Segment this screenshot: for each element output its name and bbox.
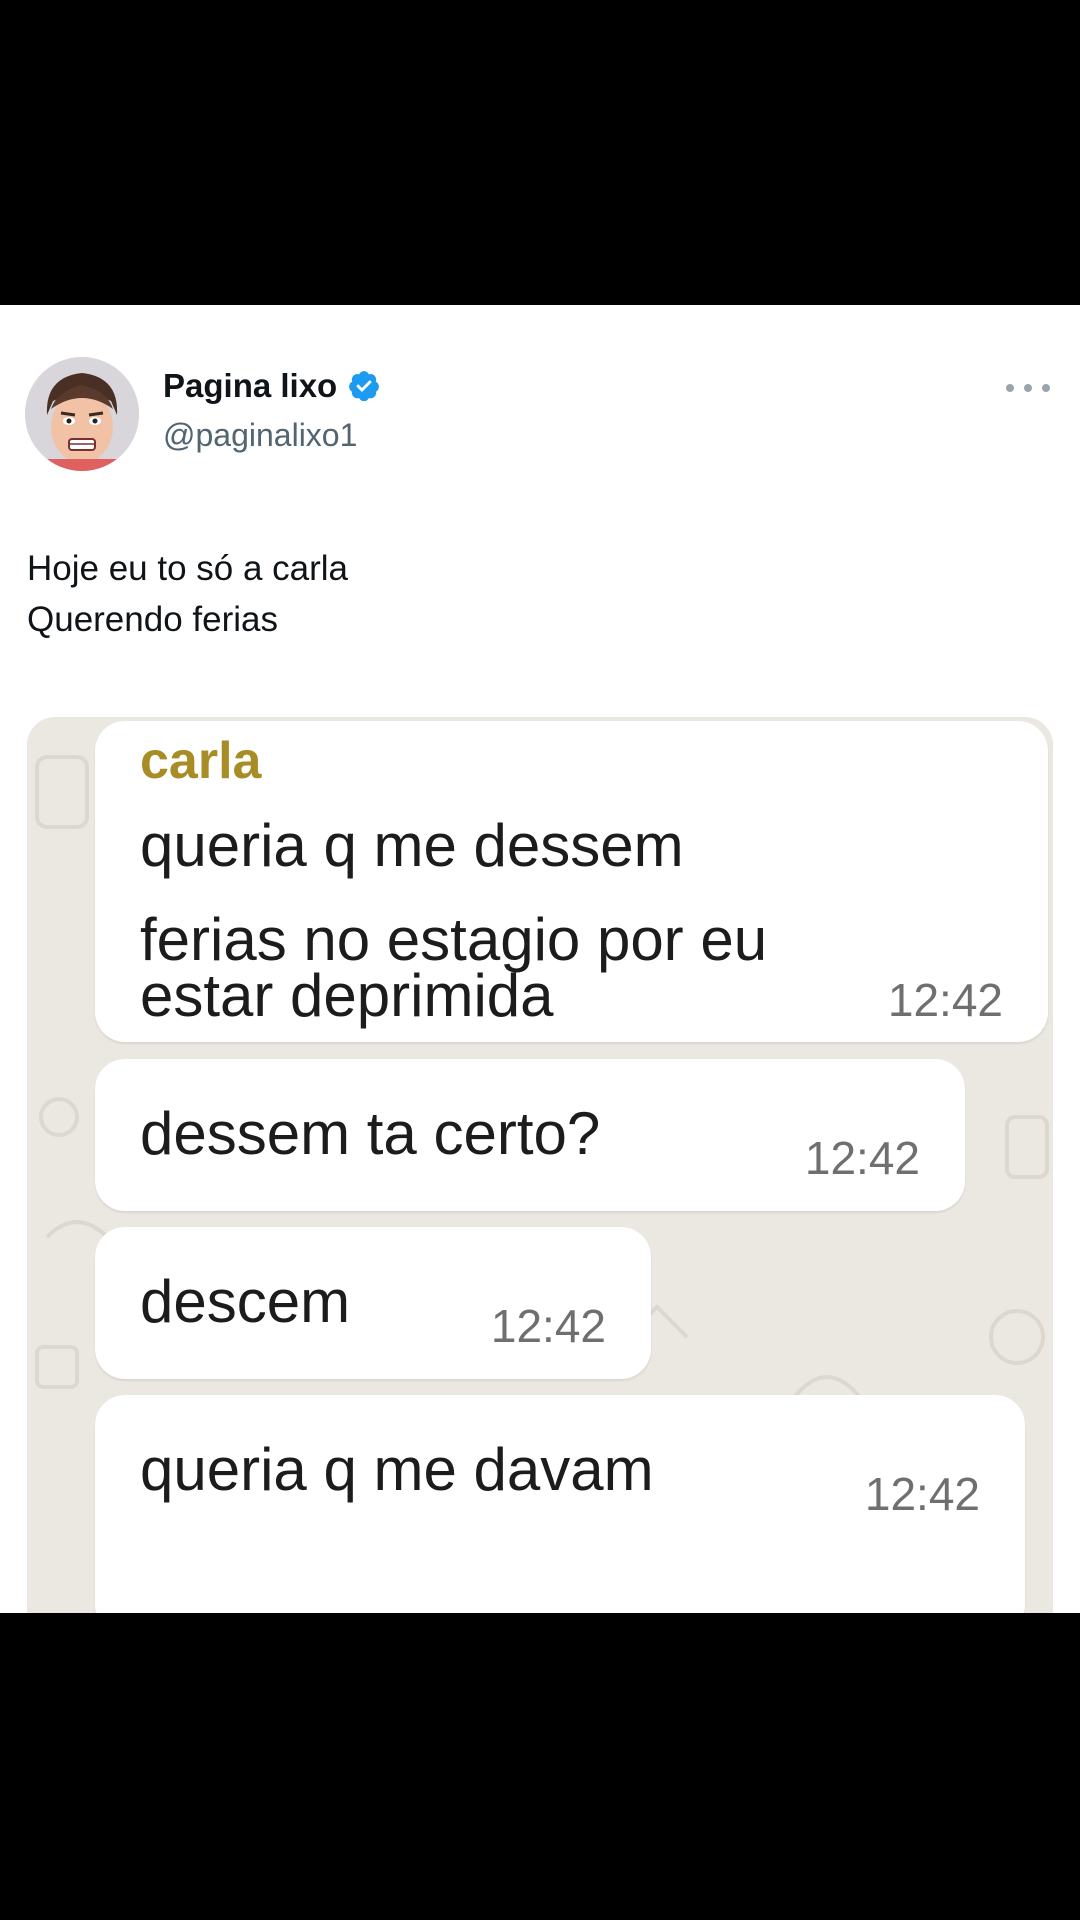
chat-message-bubble[interactable]: queria q me davam 12:42: [95, 1395, 1025, 1613]
message-timestamp: 12:42: [864, 1468, 980, 1520]
verified-badge-icon: [349, 371, 380, 402]
screen: Pagina lixo @paginalixo1 Hoje eu to só a…: [0, 0, 1080, 1920]
more-options-icon[interactable]: [1006, 381, 1050, 395]
message-timestamp: 12:42: [887, 974, 1003, 1026]
user-handle[interactable]: @paginalixo1: [163, 417, 357, 454]
display-name[interactable]: Pagina lixo: [163, 367, 381, 405]
chat-message-bubble[interactable]: descem 12:42: [95, 1227, 651, 1379]
dot: [1042, 384, 1050, 392]
chat-message-bubble[interactable]: carla queria q me dessem ferias no estag…: [95, 721, 1048, 1042]
tweet-text: Hoje eu to só a carla Querendo ferias: [27, 543, 348, 645]
dot: [1024, 384, 1032, 392]
avatar[interactable]: [25, 357, 139, 471]
message-sender-name: carla: [140, 732, 262, 790]
avatar-face-icon: [25, 357, 139, 471]
tweet-text-line: Hoje eu to só a carla: [27, 549, 349, 588]
tweet-card: Pagina lixo @paginalixo1 Hoje eu to só a…: [0, 305, 1080, 1613]
message-timestamp: 12:42: [490, 1300, 606, 1352]
tweet-text-line: Querendo ferias: [27, 600, 278, 639]
message-text-line: queria q me davam: [140, 1436, 654, 1503]
message-text-line: dessem ta certo?: [140, 1100, 601, 1167]
message-text-line: estar deprimida: [140, 962, 554, 1029]
dot: [1006, 384, 1014, 392]
display-name-text: Pagina lixo: [163, 367, 338, 404]
message-text-line: descem: [140, 1268, 351, 1335]
message-timestamp: 12:42: [804, 1132, 920, 1184]
message-text-line: queria q me dessem: [140, 812, 684, 879]
tweet-image[interactable]: carla queria q me dessem ferias no estag…: [27, 717, 1053, 1613]
chat-message-bubble[interactable]: dessem ta certo? 12:42: [95, 1059, 965, 1211]
